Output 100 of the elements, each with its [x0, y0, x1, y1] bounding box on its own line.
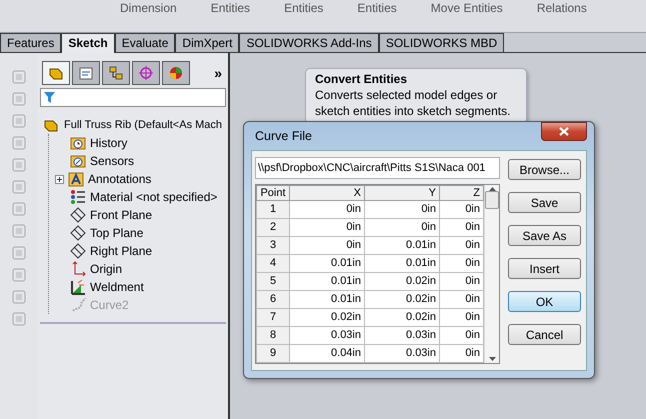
- sketch-tool-icon[interactable]: [11, 69, 27, 85]
- sketch-tool-icon[interactable]: [11, 113, 27, 129]
- sketch-tool-icon[interactable]: [11, 91, 27, 107]
- manager-tab[interactable]: [42, 61, 70, 85]
- plane-icon: [70, 243, 86, 259]
- table-cell[interactable]: 0.01in: [364, 254, 440, 272]
- dialog-button[interactable]: Cancel: [508, 324, 581, 345]
- row-header: 8: [256, 326, 290, 344]
- column-header: Point: [256, 186, 290, 200]
- sketch-tool-icon[interactable]: [11, 223, 27, 239]
- table-cell[interactable]: 0.01in: [290, 254, 364, 272]
- annotations-folder-icon: [68, 171, 84, 187]
- sketch-tool-icon[interactable]: [11, 201, 27, 217]
- table-cell[interactable]: 0.03in: [364, 326, 440, 344]
- sketch-tool-icon[interactable]: [11, 135, 27, 151]
- table-cell[interactable]: 0.01in: [364, 236, 440, 254]
- origin-icon: [70, 261, 86, 277]
- plane-icon: [70, 225, 86, 241]
- tree-item[interactable]: Top Plane: [90, 226, 144, 240]
- table-cell[interactable]: 0.03in: [290, 326, 364, 344]
- tree-item[interactable]: Annotations: [88, 172, 152, 186]
- tooltip-text: Converts selected model edges or sketch entities into sketch segments.: [315, 87, 512, 119]
- history-folder-icon: [70, 135, 86, 151]
- plane-icon: [70, 207, 86, 223]
- row-header: 2: [256, 218, 290, 236]
- command-tab[interactable]: Evaluate: [114, 33, 176, 52]
- manager-tab[interactable]: [132, 61, 160, 85]
- curve-icon: [70, 297, 86, 313]
- sketch-tool-icon[interactable]: [11, 311, 27, 327]
- table-cell[interactable]: 0.02in: [364, 290, 440, 308]
- scroll-down-icon[interactable]: [488, 357, 496, 361]
- tree-item[interactable]: Front Plane: [90, 208, 152, 222]
- tree-item[interactable]: Right Plane: [90, 244, 152, 258]
- sketch-tool-icon[interactable]: [11, 267, 27, 283]
- command-tab[interactable]: Features: [0, 33, 62, 52]
- dialog-button[interactable]: Insert: [508, 258, 581, 279]
- color-ball-icon: [168, 65, 184, 81]
- dialog-button[interactable]: OK: [508, 291, 581, 312]
- sketch-tool-icon[interactable]: [11, 245, 27, 261]
- tree-root-label[interactable]: Full Truss Rib (Default<As Mach: [64, 119, 222, 131]
- row-header: 5: [256, 272, 290, 290]
- table-cell[interactable]: 0in: [364, 218, 440, 236]
- dialog-button[interactable]: Save As: [508, 225, 581, 246]
- table-cell[interactable]: 0in: [290, 236, 364, 254]
- row-header: 4: [256, 254, 290, 272]
- ribbon-label[interactable]: Relations: [536, 1, 587, 15]
- tree-item[interactable]: Weldment: [90, 280, 144, 294]
- row-header: 9: [256, 344, 290, 362]
- command-tab[interactable]: Sketch: [61, 33, 115, 53]
- close-button[interactable]: [541, 122, 587, 141]
- path-field[interactable]: \\psf\Dropbox\CNC\aircraft\Pitts S1S\Naca 001: [255, 157, 500, 179]
- row-header: 1: [256, 200, 290, 218]
- scrollbar-thumb[interactable]: [485, 191, 499, 209]
- dialog-button[interactable]: Browse...: [508, 159, 581, 180]
- scrollbar[interactable]: [484, 185, 499, 363]
- row-header: 6: [256, 290, 290, 308]
- table-cell[interactable]: 0.02in: [290, 308, 364, 326]
- table-cell[interactable]: 0in: [290, 218, 364, 236]
- close-icon: [559, 127, 569, 136]
- property-sheet-icon: [78, 65, 94, 81]
- table-cell[interactable]: 0.02in: [364, 308, 440, 326]
- more-tabs-button[interactable]: »: [214, 65, 222, 81]
- tree-item[interactable]: Sensors: [90, 154, 134, 168]
- table-cell[interactable]: 0.04in: [290, 344, 364, 362]
- tooltip-title: Convert Entities: [315, 71, 408, 87]
- ribbon-label[interactable]: Entities: [284, 1, 324, 15]
- column-header: Z: [440, 186, 484, 200]
- ribbon-label[interactable]: Move Entities: [430, 1, 503, 15]
- tree-item[interactable]: History: [90, 136, 128, 150]
- ribbon-label[interactable]: Dimension: [120, 1, 177, 15]
- sketch-tool-icon[interactable]: [11, 157, 27, 173]
- ribbon-label[interactable]: Entities: [210, 1, 250, 15]
- command-tab[interactable]: DimXpert: [175, 33, 240, 52]
- tree-item[interactable]: Origin: [90, 262, 122, 276]
- material-icon: [70, 189, 86, 205]
- manager-tab[interactable]: [72, 61, 100, 85]
- table-cell[interactable]: 0in: [290, 200, 364, 218]
- command-tab[interactable]: SOLIDWORKS MBD: [378, 33, 504, 52]
- dialog-button[interactable]: Save: [508, 192, 581, 213]
- table-cell[interactable]: 0.01in: [290, 290, 364, 308]
- configuration-icon: [108, 65, 124, 81]
- row-header: 7: [256, 308, 290, 326]
- command-tab[interactable]: SOLIDWORKS Add-Ins: [239, 33, 379, 52]
- table-cell[interactable]: 0.03in: [364, 344, 440, 362]
- table-cell[interactable]: 0.02in: [364, 272, 440, 290]
- weldment-icon: [70, 279, 86, 295]
- table-cell[interactable]: 0in: [364, 200, 440, 218]
- sketch-tool-icon[interactable]: [11, 179, 27, 195]
- filter-icon: [44, 92, 55, 103]
- column-header: Y: [364, 186, 440, 200]
- filter-field[interactable]: [40, 88, 226, 107]
- sketch-tool-icon[interactable]: [11, 289, 27, 305]
- manager-tab[interactable]: [102, 61, 130, 85]
- table-cell[interactable]: 0.01in: [290, 272, 364, 290]
- manager-tab[interactable]: [162, 61, 190, 85]
- ribbon-label[interactable]: Entities: [357, 1, 397, 15]
- crosshair-icon: [138, 65, 154, 81]
- tree-item[interactable]: Material <not specified>: [90, 190, 218, 204]
- dialog-title: Curve File: [254, 129, 312, 143]
- expand-icon[interactable]: [55, 174, 64, 184]
